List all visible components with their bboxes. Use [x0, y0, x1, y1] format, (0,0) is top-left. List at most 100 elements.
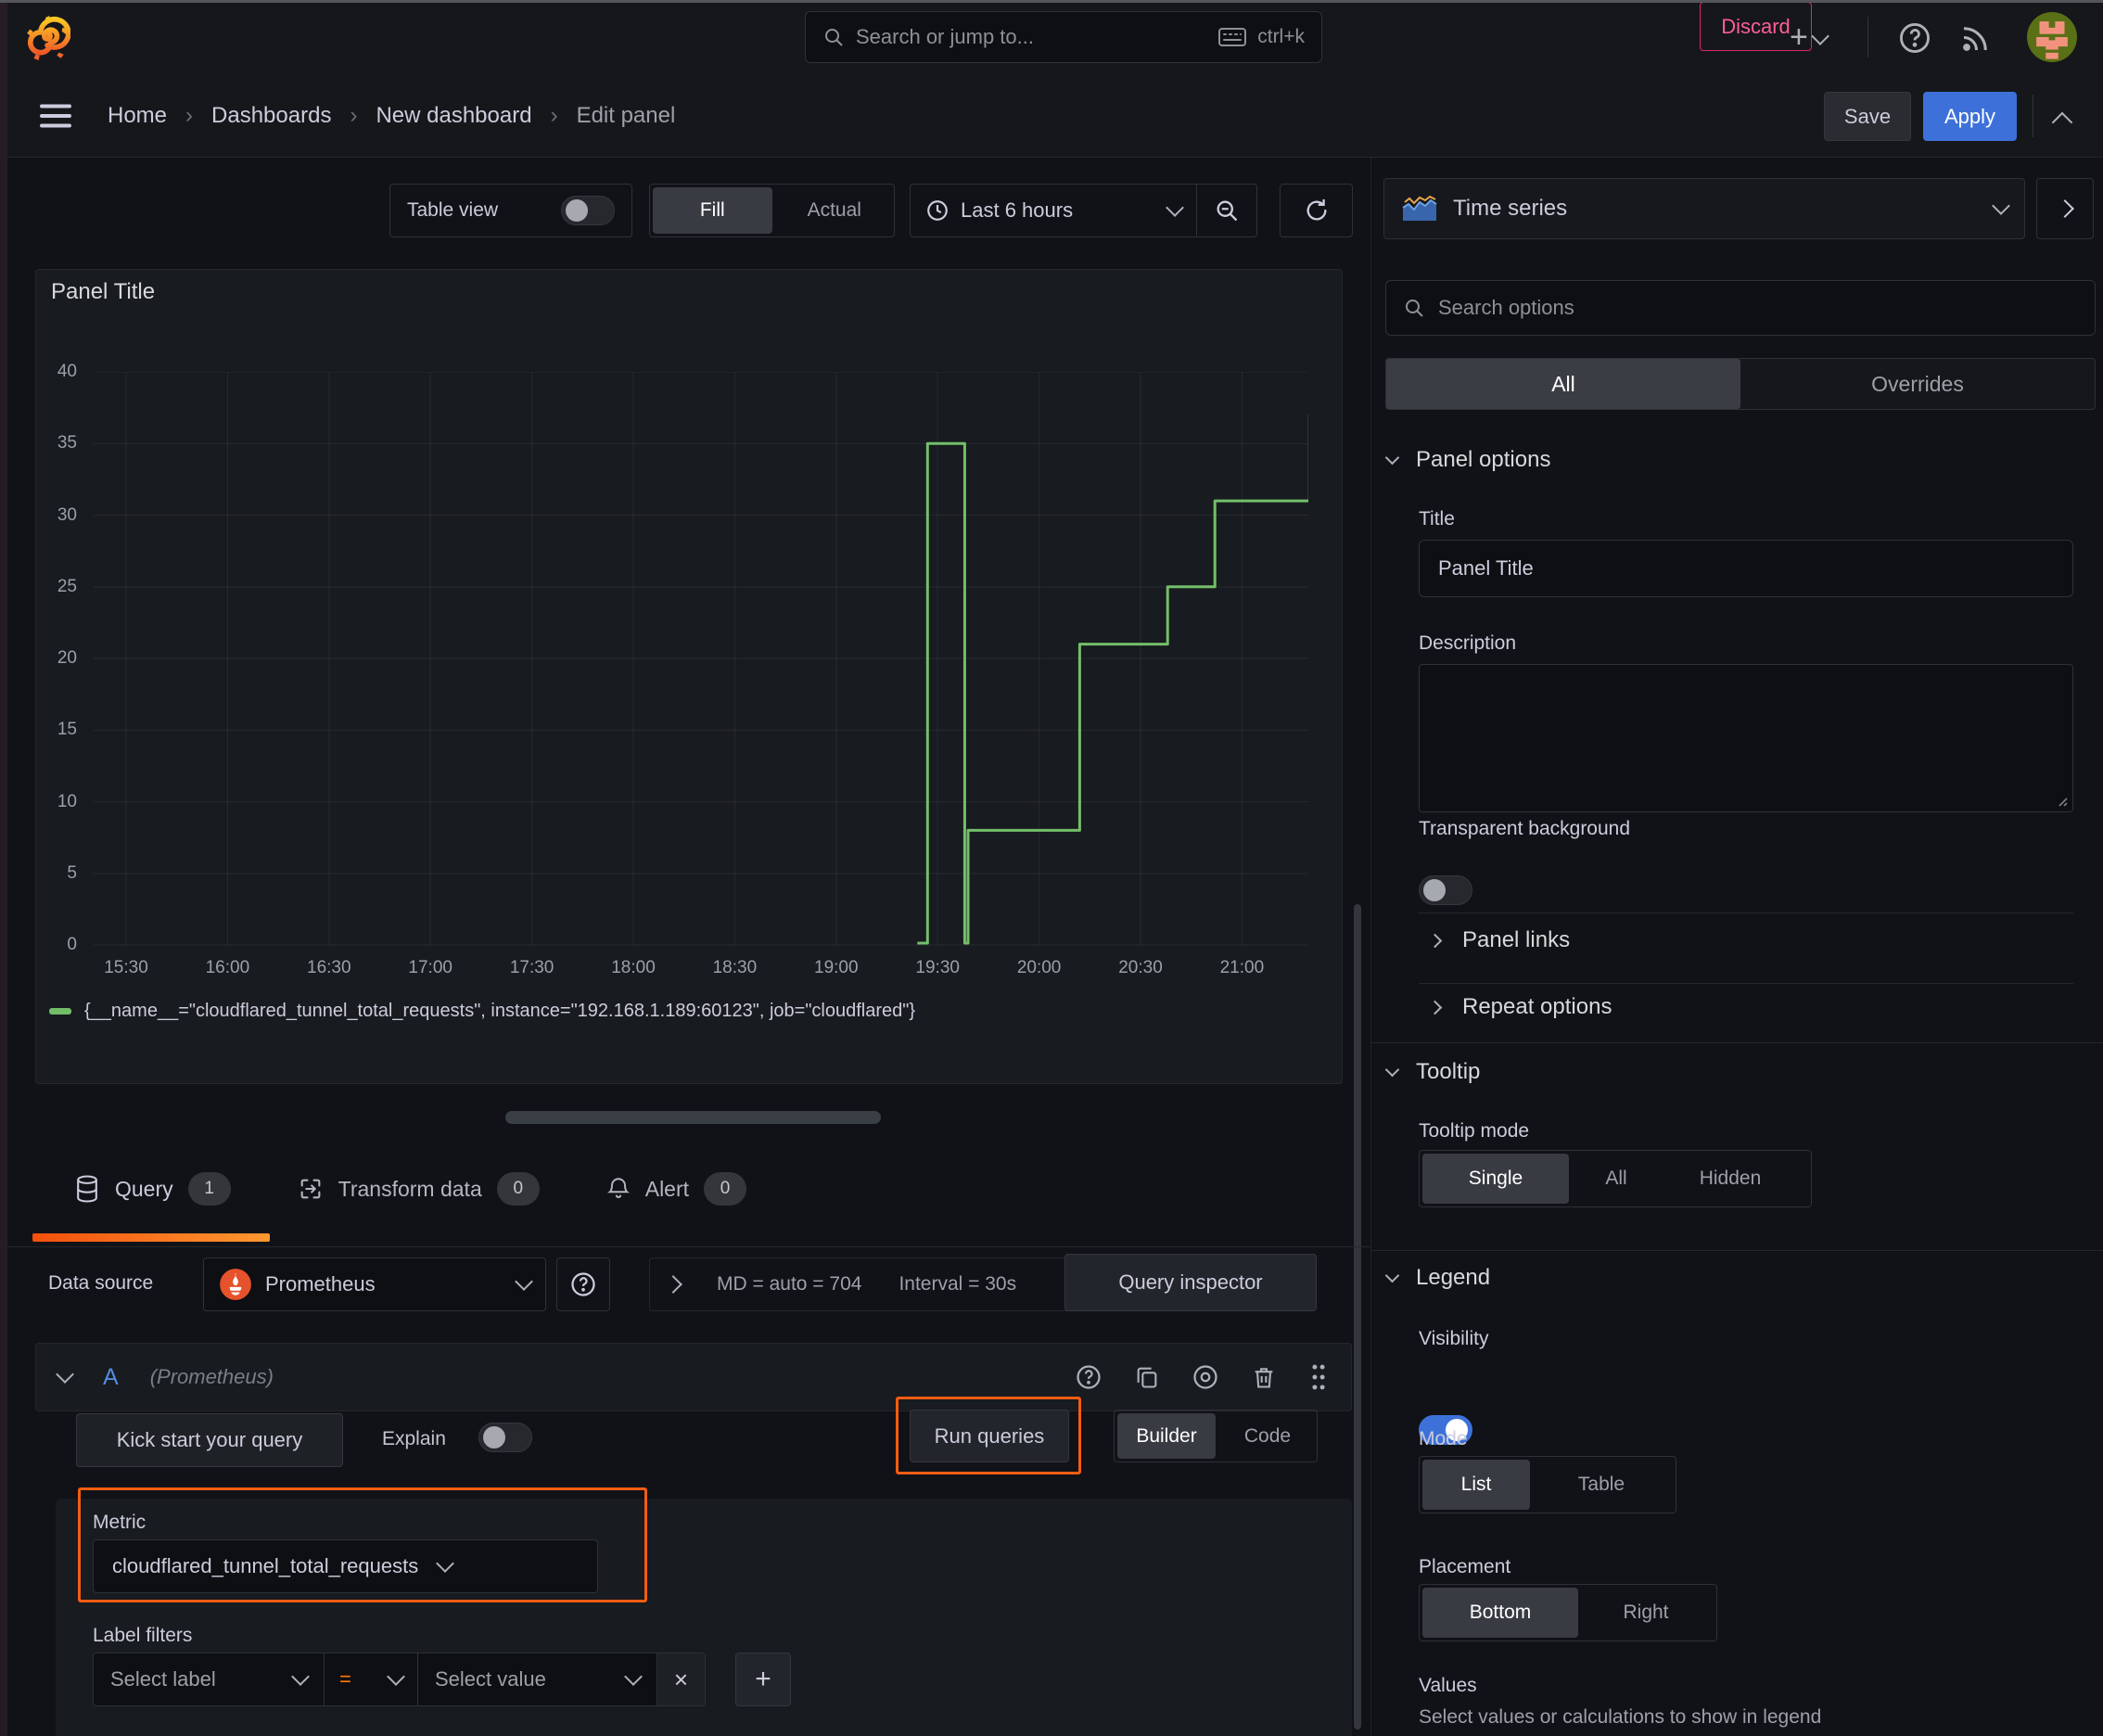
visualization-picker[interactable]: Time series — [1383, 178, 2025, 239]
bell-icon — [606, 1176, 631, 1202]
query-datasource-hint: (Prometheus) — [149, 1365, 274, 1388]
x-tick: 18:30 — [712, 958, 758, 977]
panel-links-header[interactable]: Panel links — [1427, 927, 1570, 953]
legend-section-header[interactable]: Legend — [1384, 1265, 1490, 1291]
collapse-query-icon[interactable] — [56, 1365, 74, 1384]
query-a-header[interactable]: A (Prometheus) — [35, 1343, 1352, 1411]
grafana-edit-panel-page: ctrl+k + Home › Dashboards › New dashboa… — [0, 0, 2103, 1736]
pane-resize-handle[interactable] — [505, 1111, 881, 1124]
description-textarea[interactable] — [1419, 664, 2073, 812]
table-view-toggle[interactable] — [561, 196, 615, 225]
tab-query[interactable]: Query 1 — [74, 1172, 231, 1206]
code-option[interactable]: Code — [1218, 1410, 1317, 1462]
y-tick: 25 — [57, 576, 77, 596]
resize-grip-icon[interactable] — [2054, 793, 2069, 808]
x-tick: 17:30 — [509, 958, 554, 977]
placement-right-option[interactable]: Right — [1581, 1585, 1711, 1640]
tooltip-all-option[interactable]: All — [1572, 1151, 1661, 1206]
global-search-box[interactable]: ctrl+k — [805, 11, 1322, 63]
tooltip-hidden-option[interactable]: Hidden — [1661, 1151, 1800, 1206]
toggle-visibility-icon[interactable] — [1192, 1363, 1219, 1391]
tooltip-section-header[interactable]: Tooltip — [1384, 1059, 1480, 1085]
breadcrumb-home[interactable]: Home — [108, 103, 167, 129]
user-avatar[interactable] — [2027, 12, 2077, 62]
tab-transform-data[interactable]: Transform data 0 — [298, 1172, 540, 1206]
chart-legend[interactable]: {__name__="cloudflared_tunnel_total_requ… — [49, 1001, 915, 1022]
mode-label: Mode — [1419, 1428, 1468, 1449]
visualization-name: Time series — [1453, 196, 1568, 221]
zoom-out-time-icon[interactable] — [1197, 185, 1256, 236]
title-label: Title — [1419, 508, 1455, 530]
news-rss-icon[interactable] — [1958, 22, 1992, 56]
time-range-picker[interactable]: Last 6 hours — [911, 198, 1196, 223]
metric-select[interactable]: cloudflared_tunnel_total_requests — [93, 1539, 598, 1593]
duplicate-query-icon[interactable] — [1134, 1364, 1160, 1390]
tab-all-options[interactable]: All — [1386, 359, 1740, 409]
datasource-picker[interactable]: Prometheus — [203, 1257, 546, 1311]
remove-filter-button[interactable]: × — [657, 1653, 706, 1706]
breadcrumb-bar: Home › Dashboards › New dashboard › Edit… — [0, 2, 2103, 158]
query-editor-card: Metric cloudflared_tunnel_total_requests… — [56, 1487, 1352, 1736]
options-search-box[interactable] — [1385, 280, 2096, 336]
help-icon[interactable] — [1897, 20, 1932, 56]
hamburger-menu-icon[interactable] — [39, 102, 72, 130]
legend-placement-switch: Bottom Right — [1419, 1584, 1717, 1641]
breadcrumb: Home › Dashboards › New dashboard › Edit… — [108, 74, 675, 158]
placement-bottom-option[interactable]: Bottom — [1422, 1588, 1578, 1638]
fill-option[interactable]: Fill — [653, 187, 772, 234]
placement-label: Placement — [1419, 1556, 1511, 1577]
tabs-bottom-divider — [0, 1246, 1370, 1247]
explain-toggle[interactable] — [478, 1423, 532, 1452]
kick-start-query-button[interactable]: Kick start your query — [76, 1413, 343, 1467]
breadcrumb-dashboards[interactable]: Dashboards — [211, 103, 331, 129]
tab-alert-label: Alert — [644, 1176, 690, 1201]
legend-mode-switch: List Table — [1419, 1456, 1676, 1513]
tooltip-single-option[interactable]: Single — [1422, 1154, 1569, 1204]
datasource-help-button[interactable] — [556, 1257, 610, 1311]
time-series-chart[interactable] — [94, 372, 1308, 949]
datasource-value: Prometheus — [265, 1272, 376, 1296]
select-label-dropdown[interactable]: Select label — [93, 1653, 325, 1706]
tab-query-count: 1 — [187, 1172, 231, 1206]
grafana-logo[interactable] — [24, 13, 70, 61]
panel-title[interactable]: Panel Title — [51, 279, 155, 305]
expand-options-icon[interactable] — [664, 1275, 682, 1294]
panel-title-input[interactable] — [1419, 540, 2073, 597]
query-help-icon[interactable] — [1075, 1363, 1102, 1391]
select-label-placeholder: Select label — [110, 1667, 216, 1691]
refresh-button[interactable] — [1280, 184, 1353, 237]
save-button[interactable]: Save — [1824, 92, 1911, 141]
apply-button[interactable]: Apply — [1923, 92, 2017, 141]
collapse-options-pane-button[interactable] — [2036, 178, 2094, 239]
legend-series-name[interactable]: {__name__="cloudflared_tunnel_total_requ… — [84, 1001, 915, 1022]
mode-list-option[interactable]: List — [1422, 1460, 1530, 1510]
search-input[interactable] — [856, 25, 1208, 49]
editor-tabs: Query 1 Transform data 0 Alert 0 — [74, 1161, 747, 1217]
panel-options-header[interactable]: Panel options — [1384, 447, 1550, 473]
drag-query-handle[interactable] — [1308, 1363, 1329, 1391]
tab-overrides[interactable]: Overrides — [1740, 359, 2095, 409]
options-search-input[interactable] — [1438, 296, 2078, 320]
query-inspector-button[interactable]: Query inspector — [1064, 1254, 1317, 1311]
mode-table-option[interactable]: Table — [1533, 1457, 1670, 1513]
y-tick: 30 — [57, 504, 77, 525]
topbar-divider — [1867, 17, 1868, 57]
tab-alert[interactable]: Alert 0 — [606, 1172, 747, 1206]
actual-option[interactable]: Actual — [775, 185, 895, 236]
add-filter-button[interactable]: + — [735, 1653, 791, 1706]
run-queries-button[interactable]: Run queries — [910, 1410, 1069, 1462]
repeat-options-header[interactable]: Repeat options — [1427, 994, 1612, 1020]
delete-query-icon[interactable] — [1251, 1364, 1277, 1390]
builder-option[interactable]: Builder — [1117, 1413, 1216, 1459]
tooltip-mode-label: Tooltip mode — [1419, 1120, 1530, 1142]
main-scrollbar[interactable] — [1354, 904, 1361, 1730]
breadcrumb-new-dashboard[interactable]: New dashboard — [376, 103, 531, 129]
breadcrumb-separator: › — [350, 103, 358, 128]
collapse-header-icon[interactable] — [2051, 111, 2073, 134]
transparent-background-toggle[interactable] — [1419, 875, 1472, 905]
discard-button[interactable]: Discard — [1700, 2, 1812, 51]
metric-value: cloudflared_tunnel_total_requests — [112, 1554, 419, 1577]
select-value-dropdown[interactable]: Select value — [418, 1653, 657, 1706]
time-range-group: Last 6 hours — [910, 184, 1257, 237]
operator-dropdown[interactable]: = — [325, 1653, 418, 1706]
